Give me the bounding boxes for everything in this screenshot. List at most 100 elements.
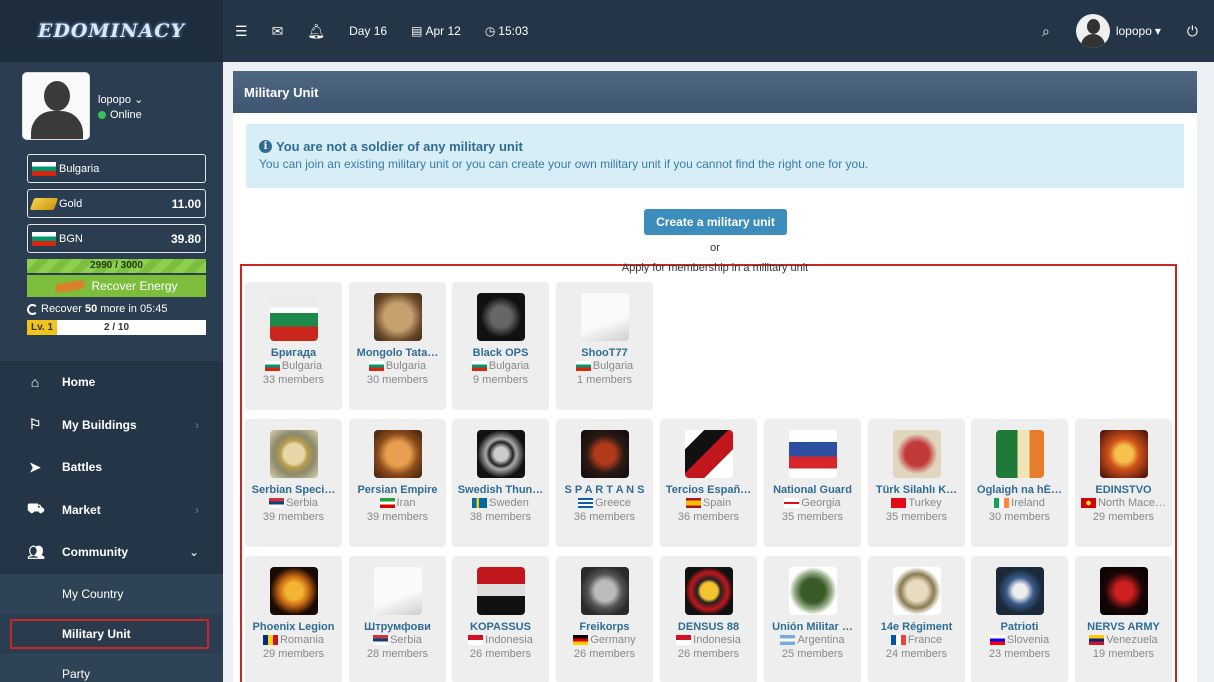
- unit-card[interactable]: Freikorps Germany 26 members: [556, 556, 653, 682]
- unit-emblem-icon[interactable]: [476, 293, 525, 341]
- unit-emblem-icon[interactable]: [684, 430, 733, 478]
- main-menu: ⌂ Home ⚐ My Buildings › ➤ Battles ⛟ Market › 👥…: [0, 361, 223, 682]
- menu-toggle-icon[interactable]: ☰: [235, 23, 248, 40]
- menu-item-community[interactable]: 👥︎ Community ⌄: [0, 531, 223, 574]
- unit-name[interactable]: ShooT77: [556, 347, 653, 359]
- unit-name[interactable]: S P A R T A N S: [556, 484, 653, 496]
- unit-emblem-icon[interactable]: [476, 567, 525, 615]
- unit-card[interactable]: Штрумфови Serbia 28 members: [349, 556, 446, 682]
- unit-name[interactable]: Türk Silahlı K…: [868, 484, 965, 496]
- menu-item-market[interactable]: ⛟ Market ›: [0, 488, 223, 531]
- unit-emblem-icon[interactable]: [580, 293, 629, 341]
- unit-emblem-icon[interactable]: [269, 293, 318, 341]
- unit-emblem-icon[interactable]: [476, 430, 525, 478]
- unit-country-name: Argentina: [797, 634, 845, 646]
- unit-card[interactable]: Patrioti Slovenia 23 members: [971, 556, 1068, 682]
- unit-emblem-icon[interactable]: [788, 430, 837, 478]
- submenu-military-unit[interactable]: Military Unit: [10, 618, 209, 649]
- unit-emblem-icon[interactable]: [788, 567, 837, 615]
- unit-name[interactable]: Black OPS: [452, 347, 549, 359]
- unit-card[interactable]: KOPASSUS Indonesia 26 members: [452, 556, 549, 682]
- avatar[interactable]: [1075, 14, 1110, 48]
- submenu-party[interactable]: Party: [0, 653, 223, 682]
- unit-name[interactable]: Штрумфови: [349, 621, 446, 633]
- unit-country: Slovenia: [971, 634, 1068, 646]
- unit-name[interactable]: Бригада: [245, 347, 342, 359]
- unit-emblem-icon[interactable]: [892, 430, 941, 478]
- unit-name[interactable]: National Guard: [764, 484, 861, 496]
- search-icon[interactable]: ⌕: [1042, 23, 1050, 40]
- unit-emblem-icon[interactable]: [373, 567, 422, 615]
- recover-energy-button[interactable]: Recover Energy: [27, 275, 206, 297]
- unit-name[interactable]: EDINSTVO: [1075, 484, 1172, 496]
- unit-card[interactable]: DENSUS 88 Indonesia 26 members: [660, 556, 757, 682]
- unit-name[interactable]: Phoenix Legion: [245, 621, 342, 633]
- unit-emblem-icon[interactable]: [995, 430, 1044, 478]
- unit-country-name: North Mace…: [1098, 497, 1166, 509]
- unit-name[interactable]: Tercios Españ…: [660, 484, 757, 496]
- unit-name[interactable]: Mongolo Tata…: [349, 347, 446, 359]
- logo-area[interactable]: EDOMINACY: [0, 0, 223, 62]
- unit-emblem-icon[interactable]: [580, 430, 629, 478]
- unit-name[interactable]: Freikorps: [556, 621, 653, 633]
- unit-card[interactable]: 14e Régiment France 24 members: [868, 556, 965, 682]
- unit-emblem-icon[interactable]: [580, 567, 629, 615]
- unit-card[interactable]: Serbian Speci… Serbia 39 members: [245, 419, 342, 547]
- menu-item-battles[interactable]: ➤ Battles: [0, 446, 223, 489]
- unit-name[interactable]: DENSUS 88: [660, 621, 757, 633]
- unit-country: Romania: [245, 634, 342, 646]
- unit-name[interactable]: Swedish Thun…: [452, 484, 549, 496]
- unit-emblem-icon[interactable]: [892, 567, 941, 615]
- unit-name[interactable]: KOPASSUS: [452, 621, 549, 633]
- unit-card[interactable]: S P A R T A N S Greece 36 members: [556, 419, 653, 547]
- unit-card[interactable]: Mongolo Tata… Bulgaria 30 members: [349, 282, 446, 410]
- profile-avatar[interactable]: [22, 72, 90, 140]
- unit-card[interactable]: Türk Silahlı K… Turkey 35 members: [868, 419, 965, 547]
- submenu-my-country[interactable]: My Country: [0, 573, 223, 614]
- power-icon[interactable]: ⏻: [1187, 23, 1198, 40]
- unit-country-name: Venezuela: [1106, 634, 1158, 646]
- unit-members: 29 members: [262, 648, 325, 660]
- unit-members: 9 members: [472, 374, 529, 386]
- unit-card[interactable]: National Guard Georgia 35 members: [764, 419, 861, 547]
- unit-name[interactable]: Persian Empire: [349, 484, 446, 496]
- unit-card[interactable]: Tercios Españ… Spain 36 members: [660, 419, 757, 547]
- unit-card[interactable]: Бригада Bulgaria 33 members: [245, 282, 342, 410]
- unit-country: Indonesia: [452, 634, 549, 646]
- unit-card[interactable]: Persian Empire Iran 39 members: [349, 419, 446, 547]
- profile-name[interactable]: lopopo ⌄: [98, 93, 143, 106]
- citizenship-box[interactable]: Bulgaria: [27, 154, 206, 183]
- unit-name[interactable]: Serbian Speci…: [245, 484, 342, 496]
- unit-name[interactable]: Óglaigh na hÉ…: [971, 484, 1068, 496]
- user-menu[interactable]: lopopo ▾: [1116, 24, 1161, 38]
- bell-icon[interactable]: 🔔︎: [307, 23, 325, 40]
- unit-card[interactable]: Black OPS Bulgaria 9 members: [452, 282, 549, 410]
- unit-emblem-icon[interactable]: [373, 293, 422, 341]
- unit-card[interactable]: Swedish Thun… Sweden 38 members: [452, 419, 549, 547]
- unit-name[interactable]: NERVS ARMY: [1075, 621, 1172, 633]
- menu-item-buildings[interactable]: ⚐ My Buildings ›: [0, 403, 223, 446]
- unit-card[interactable]: Phoenix Legion Romania 29 members: [245, 556, 342, 682]
- unit-emblem-icon[interactable]: [995, 567, 1044, 615]
- unit-card[interactable]: Óglaigh na hÉ… Ireland 30 members: [971, 419, 1068, 547]
- unit-emblem-icon[interactable]: [684, 567, 733, 615]
- unit-country-name: Georgia: [801, 497, 841, 509]
- unit-name[interactable]: Unión Militar …: [764, 621, 861, 633]
- menu-item-home[interactable]: ⌂ Home: [0, 361, 223, 404]
- mail-icon[interactable]: ✉: [272, 23, 284, 40]
- spinner-icon: [27, 303, 38, 315]
- unit-name[interactable]: 14e Régiment: [868, 621, 965, 633]
- create-military-unit-button[interactable]: Create a military unit: [644, 209, 787, 235]
- unit-country: Georgia: [764, 497, 861, 509]
- unit-card[interactable]: EDINSTVO North Mace… 29 members: [1075, 419, 1172, 547]
- unit-emblem-icon[interactable]: [1099, 567, 1148, 615]
- unit-emblem-icon[interactable]: [1099, 430, 1148, 478]
- country-flag-icon: [264, 361, 280, 371]
- unit-emblem-icon[interactable]: [373, 430, 422, 478]
- unit-emblem-icon[interactable]: [269, 567, 318, 615]
- unit-card[interactable]: ShooT77 Bulgaria 1 members: [556, 282, 653, 410]
- unit-card[interactable]: NERVS ARMY Venezuela 19 members: [1075, 556, 1172, 682]
- unit-name[interactable]: Patrioti: [971, 621, 1068, 633]
- unit-emblem-icon[interactable]: [269, 430, 318, 478]
- unit-card[interactable]: Unión Militar … Argentina 25 members: [764, 556, 861, 682]
